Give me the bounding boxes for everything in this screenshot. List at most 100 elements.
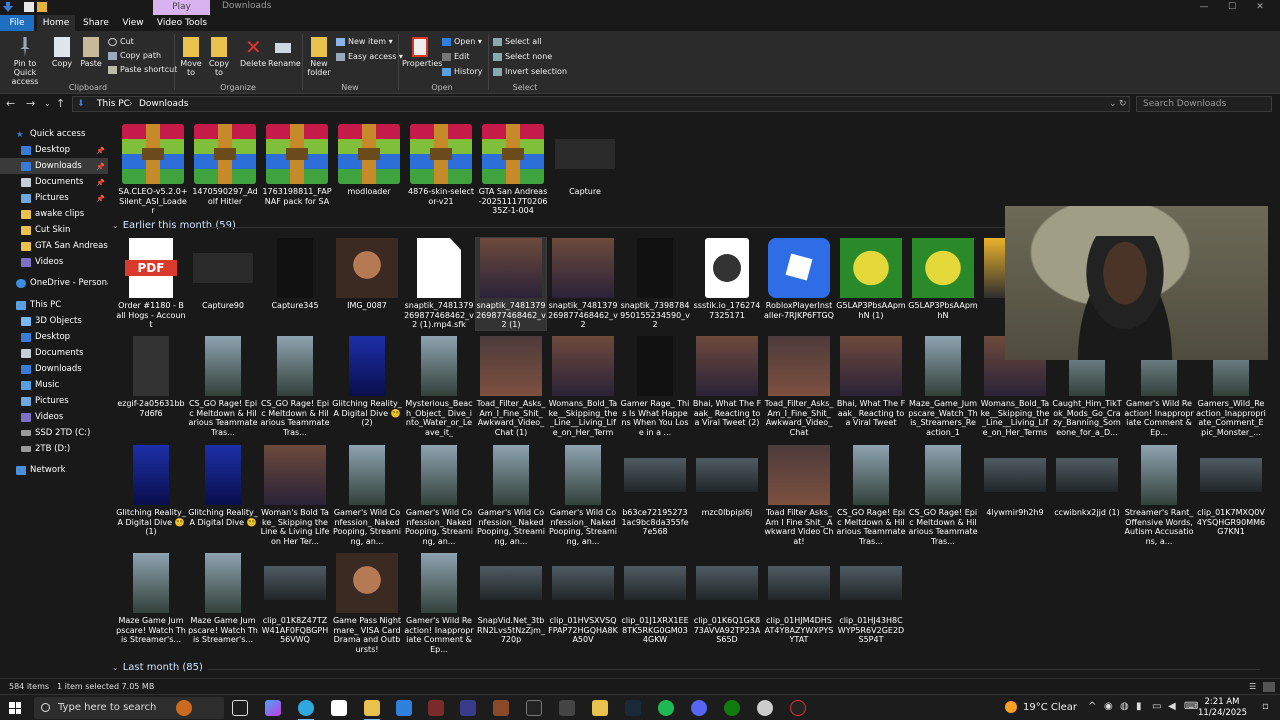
- game-icon[interactable]: [526, 700, 542, 716]
- file-item[interactable]: PDF Order #1180 - Ball Hogs - Account: [116, 238, 186, 330]
- file-item[interactable]: Toad_Filter_Asks_ Am_I_Fine_Shit_ Awkwar…: [476, 336, 546, 437]
- app-icon[interactable]: [757, 700, 773, 716]
- file-item[interactable]: Maze_Game_Jumpscare_Watch_This_Streamers…: [908, 336, 978, 437]
- file-item[interactable]: ezgif-2a05631bb7d6f6: [116, 336, 186, 418]
- nav-pinned-downloads[interactable]: Downloads 📌: [0, 158, 108, 174]
- nav-gta-san-andreas[interactable]: GTA San Andreas: [0, 238, 108, 254]
- file-item[interactable]: Bhai, What The Faak_ Reacting to a Viral…: [836, 336, 906, 428]
- file-item[interactable]: Capture345: [260, 238, 330, 311]
- tab-file[interactable]: File: [0, 15, 34, 31]
- game-icon[interactable]: [493, 700, 509, 716]
- tray-app-icon[interactable]: ◍: [1120, 701, 1129, 712]
- file-item[interactable]: Toad_Filter_Asks_ Am_I_Fine_Shit_ Awkwar…: [764, 336, 834, 437]
- forward-arrow-icon[interactable]: →: [26, 97, 35, 110]
- address-dropdown-chevron-icon[interactable]: ⌄: [1109, 99, 1117, 109]
- properties-button[interactable]: Properties: [402, 37, 442, 68]
- file-item[interactable]: Gamer's Wild Confession_ Naked Pooping, …: [404, 445, 474, 546]
- file-item[interactable]: RobloxPlayerInstaller-7RJKP6FTGQ: [764, 238, 834, 320]
- recent-locations-chevron-icon[interactable]: ⌄: [44, 99, 51, 108]
- cut-button[interactable]: Cut: [108, 37, 134, 47]
- tray-overflow-chevron-icon[interactable]: ^: [1088, 701, 1096, 712]
- file-item[interactable]: snaptik_7398784950155234590_v2: [620, 238, 690, 330]
- file-item[interactable]: clip_01HJM4DHSAT4Y8AZYWXPYSYTAT: [764, 553, 834, 645]
- file-item[interactable]: CS_GO Rage! Epic Meltdown & Hilarious Te…: [260, 336, 330, 437]
- file-item[interactable]: G5LAP3PbsAApmhN: [908, 238, 978, 320]
- pin-to-quick-access-button[interactable]: Pin to Quick access: [2, 37, 48, 86]
- file-item[interactable]: 1470590297_Adolf Hitler: [190, 124, 260, 206]
- file-item[interactable]: mzc0lbpipl6j: [692, 445, 762, 518]
- notifications-icon[interactable]: ▫: [1262, 701, 1269, 712]
- breadcrumb-this-pc[interactable]: This PC: [97, 99, 130, 109]
- game-icon[interactable]: [428, 700, 444, 716]
- properties-qat-icon[interactable]: [24, 2, 34, 12]
- copy-to-button[interactable]: Copy to: [206, 37, 232, 77]
- open-button[interactable]: Open ▾: [442, 37, 482, 47]
- spotify-icon[interactable]: [658, 700, 674, 716]
- file-item[interactable]: Gamer's Wild Reaction! Inappropriate Com…: [404, 553, 474, 654]
- nav-quick-access[interactable]: ★ Quick access: [0, 126, 85, 142]
- nav-this-pc[interactable]: This PC: [0, 297, 61, 313]
- group-header-last-month[interactable]: ⌄ Last month (85): [112, 662, 203, 673]
- file-item[interactable]: modloader: [334, 124, 404, 197]
- history-button[interactable]: History: [442, 67, 482, 77]
- file-item[interactable]: G5LAP3PbsAApmhN (1): [836, 238, 906, 320]
- store-icon[interactable]: [331, 700, 347, 716]
- nav-drive-c[interactable]: SSD 2TD (C:): [0, 425, 90, 441]
- file-item[interactable]: Woman's Bold Take_ Skipping the Line & L…: [260, 445, 330, 546]
- file-item[interactable]: CS_GO Rage! Epic Meltdown & Hilarious Te…: [908, 445, 978, 546]
- weather-widget[interactable]: 19°C Clear: [1005, 701, 1077, 713]
- tab-video-tools[interactable]: Video Tools: [155, 15, 209, 31]
- file-item[interactable]: Glitching Reality_ A Digital Dive 😵‍💫 (2…: [332, 336, 402, 428]
- taskbar-search[interactable]: Type here to search: [34, 697, 224, 719]
- up-arrow-icon[interactable]: ↑: [56, 97, 65, 110]
- file-item[interactable]: Game Pass Nightmare_ VISA Card Drama and…: [332, 553, 402, 654]
- nav-videos[interactable]: Videos: [0, 254, 63, 270]
- invert-selection-button[interactable]: Invert selection: [493, 67, 567, 77]
- file-item[interactable]: SnapVid.Net_3tbRN2Lvs5tNzZjm_720p: [476, 553, 546, 645]
- copy-button[interactable]: Copy: [50, 37, 74, 68]
- file-item[interactable]: clip_01HVSXVSQFPAP72HGQHA8KA50V: [548, 553, 618, 645]
- close-button[interactable]: ✕: [1246, 0, 1274, 15]
- file-item[interactable]: Maze Game Jumpscare! Watch This Streamer…: [116, 553, 186, 645]
- search-input[interactable]: Search Downloads: [1136, 96, 1272, 112]
- minimize-button[interactable]: —: [1190, 0, 1218, 15]
- file-item[interactable]: CS_GO Rage! Epic Meltdown & Hilarious Te…: [188, 336, 258, 437]
- new-folder-qat-icon[interactable]: [37, 2, 47, 12]
- nav-pc-videos[interactable]: Videos: [0, 409, 63, 425]
- file-item[interactable]: GTA San Andreas-20251117T020635Z-1-004: [478, 124, 548, 216]
- breadcrumb-downloads[interactable]: Downloads: [139, 99, 188, 109]
- move-to-button[interactable]: Move to: [178, 37, 204, 77]
- file-item[interactable]: Maze Game Jumpscare! Watch This Streamer…: [188, 553, 258, 645]
- collapse-chevron-icon[interactable]: ⌄: [112, 663, 119, 672]
- nav-pinned-desktop[interactable]: Desktop 📌: [0, 142, 108, 158]
- network-status-icon[interactable]: ▭: [1152, 701, 1161, 712]
- rename-button[interactable]: Rename: [268, 37, 301, 68]
- tab-home[interactable]: Home: [37, 15, 75, 31]
- file-item[interactable]: ccwibnkx2jjd (1): [1052, 445, 1122, 518]
- nav-pc-desktop[interactable]: Desktop: [0, 329, 70, 345]
- file-item[interactable]: 4876-skin-selector-v21: [406, 124, 476, 206]
- file-item[interactable]: Glitching Reality_ A Digital Dive 😵‍💫 (1…: [116, 445, 186, 537]
- file-explorer-icon[interactable]: [364, 700, 380, 716]
- file-item[interactable]: ssstik.io_1762747325171: [692, 238, 762, 320]
- quick-access-down-arrow-icon[interactable]: [3, 2, 13, 12]
- file-item[interactable]: Mysterious_Beach_Object_ Dive_into_Water…: [404, 336, 474, 437]
- windows-start-icon[interactable]: [9, 702, 21, 714]
- file-item[interactable]: Bhai, What The Faak_ Reacting to a Viral…: [692, 336, 762, 428]
- nav-3d-objects[interactable]: 3D Objects: [0, 313, 82, 329]
- nav-onedrive[interactable]: OneDrive - Personal: [0, 275, 115, 291]
- paste-button[interactable]: Paste: [78, 37, 104, 68]
- contextual-tab-play[interactable]: Play: [153, 0, 210, 15]
- tab-share[interactable]: Share: [80, 15, 112, 31]
- details-view-icon[interactable]: ☰: [1249, 682, 1256, 691]
- tab-view[interactable]: View: [118, 15, 148, 31]
- nav-network[interactable]: Network: [0, 462, 66, 478]
- file-item[interactable]: snaptik_7481379269877468462_v2 (1).mp4.s…: [404, 238, 474, 330]
- file-item[interactable]: Gamer's Wild Confession_ Naked Pooping, …: [332, 445, 402, 546]
- file-item[interactable]: Womans_Bold_Take__Skipping_the_Line__Liv…: [548, 336, 618, 439]
- file-item[interactable]: Toad Filter Asks_ Am I Fine Shit_ Awkwar…: [764, 445, 834, 546]
- select-all-button[interactable]: Select all: [493, 37, 542, 47]
- file-item[interactable]: 1763198811_FAP NAF pack for SA: [262, 124, 332, 206]
- outlook-icon[interactable]: [396, 700, 412, 716]
- file-item[interactable]: clip_01J1XRX1EE8TK5RKG0GM034GKW: [620, 553, 690, 645]
